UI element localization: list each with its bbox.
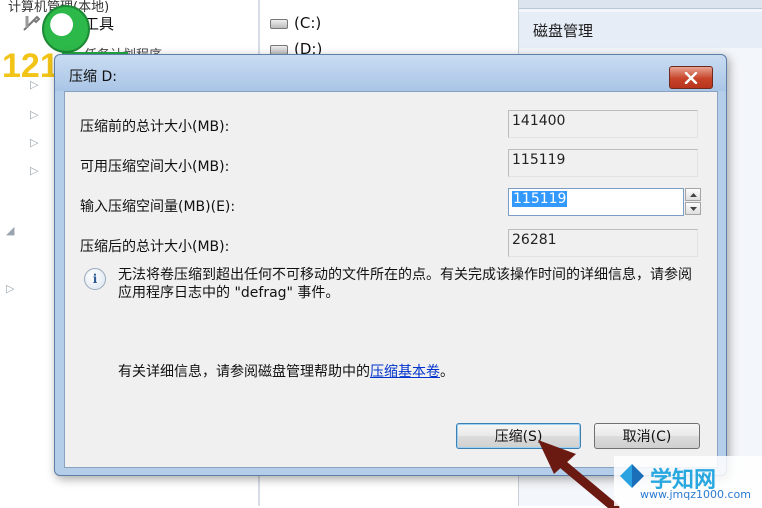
actions-item-disk-management[interactable]: 磁盘管理 [519,12,762,48]
annotation-arrow-icon [538,440,620,508]
info-message: 无法将卷压缩到超出任何不可移动的文件所在的点。有关完成该操作时间的详细信息，请参… [118,267,692,301]
dialog-titlebar[interactable]: 压缩 D: [55,55,726,91]
drive-icon [270,44,288,55]
drive-icon [270,18,288,29]
shrink-amount-input[interactable]: 115119 [508,188,684,216]
triangle-down-icon [689,206,697,211]
expand-arrow-icon[interactable]: ▷ [30,164,38,177]
stepper-up-button[interactable] [685,188,701,201]
shrink-basic-volume-link[interactable]: 压缩基本卷 [370,364,440,380]
actions-item-label: 磁盘管理 [533,22,594,40]
tools-icon [23,15,41,31]
help-prefix: 有关详细信息，请参阅磁盘管理帮助中的 [118,364,370,380]
volume-c-row[interactable]: (C:) [270,14,321,32]
available-space-field: 115119 [508,149,698,177]
stepper-down-button[interactable] [685,202,701,215]
triangle-up-icon [689,192,697,197]
dialog-body: 压缩前的总计大小(MB): 141400 可用压缩空间大小(MB): 11511… [64,91,718,468]
watermark-site-url: www.jmqz1000.com [640,488,751,501]
expand-arrow-icon[interactable]: ▷ [30,136,38,149]
help-suffix: 。 [440,364,454,380]
help-text: 有关详细信息，请参阅磁盘管理帮助中的压缩基本卷。 [118,361,454,381]
expand-arrow-icon[interactable]: ▷ [6,282,14,295]
close-icon [684,71,698,84]
volume-c-label: (C:) [294,14,322,32]
expand-arrow-icon[interactable]: ▷ [30,108,38,121]
shrink-dialog: 压缩 D: 压缩前的总计大小(MB): 141400 可用压缩空间大小(MB):… [54,54,727,476]
total-before-label: 压缩前的总计大小(MB): [80,119,230,135]
shrink-amount-label: 输入压缩空间量(MB)(E): [80,199,236,215]
actions-header [519,0,762,9]
dialog-title: 压缩 D: [69,69,117,85]
close-button[interactable] [669,66,713,89]
watermark-logo-icon [620,464,644,488]
total-after-field: 26281 [508,229,698,257]
expand-arrow-icon[interactable]: ▷ [30,78,38,91]
collapse-arrow-icon[interactable]: ◢ [6,224,14,237]
shrink-amount-value: 115119 [512,191,568,207]
watermark-globe-icon [42,5,90,53]
total-after-label: 压缩后的总计大小(MB): [80,239,230,255]
total-before-field: 141400 [508,110,698,138]
info-icon: i [84,268,106,290]
available-space-label: 可用压缩空间大小(MB): [80,159,230,175]
shrink-amount-stepper[interactable] [685,188,701,216]
